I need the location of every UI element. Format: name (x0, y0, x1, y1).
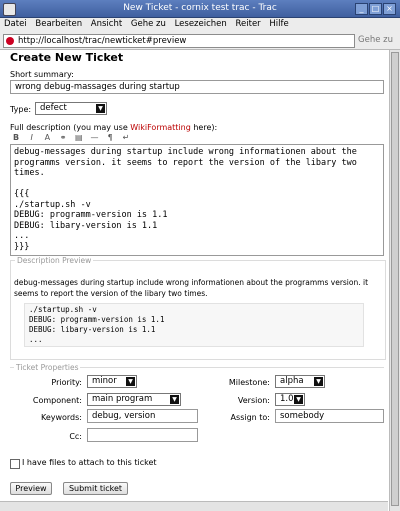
go-button[interactable]: Gehe zu (358, 35, 393, 45)
preview-code-block: ./startup.sh -v DEBUG: programm-version i… (24, 303, 364, 347)
attach-checkbox[interactable] (10, 459, 20, 469)
submit-ticket-button[interactable]: Submit ticket (63, 482, 128, 495)
url-field[interactable]: http://localhost/trac/newticket#preview (3, 34, 355, 48)
version-value: 1.0 (280, 394, 294, 404)
description-line: ... (14, 231, 30, 241)
priority-label: Priority: (51, 378, 82, 387)
assign-to-label: Assign to: (230, 413, 270, 422)
type-value: defect (40, 103, 67, 113)
preview-text: debug-messages during startup include wr… (14, 278, 369, 298)
description-line: programms version. it seems to report th… (14, 157, 357, 168)
attach-label: I have files to attach to this ticket (22, 458, 157, 467)
assign-to-input[interactable]: somebody (275, 409, 384, 423)
window-title: New Ticket - cornix test trac - Trac (123, 3, 277, 13)
chevron-down-icon: ▼ (314, 377, 323, 386)
summary-label: Short summary: (10, 70, 74, 79)
menu-bookmarks[interactable]: Lesezeichen (171, 18, 229, 29)
type-select[interactable]: defect ▼ (35, 102, 107, 115)
description-line: {{{ (14, 189, 30, 199)
menu-bar: Datei Bearbeiten Ansicht Gehe zu Lesezei… (0, 18, 400, 33)
menu-view[interactable]: Ansicht (87, 18, 124, 29)
description-textarea[interactable]: debug-messages during startup include wr… (10, 144, 384, 256)
description-line: DEBUG: programm-version is 1.1 (14, 210, 168, 220)
menu-file[interactable]: Datei (0, 18, 29, 29)
menu-edit[interactable]: Bearbeiten (31, 18, 84, 29)
properties-legend: Ticket Properties (16, 363, 79, 372)
chevron-down-icon: ▼ (170, 395, 179, 404)
priority-value: minor (92, 376, 117, 386)
url-text: http://localhost/trac/newticket#preview (18, 36, 187, 46)
scrollbar-thumb[interactable] (391, 52, 399, 506)
menu-help[interactable]: Hilfe (265, 18, 290, 29)
wiki-toolbar: B I A ⚭ ▤ — ¶ ↵ (10, 133, 133, 143)
cc-label: Cc: (69, 432, 82, 441)
version-select[interactable]: 1.0 ▼ (275, 393, 305, 406)
window-titlebar: New Ticket - cornix test trac - Trac _ □… (0, 0, 400, 18)
description-label: Full description (you may use WikiFormat… (10, 123, 217, 132)
heading-icon[interactable]: A (41, 133, 53, 143)
description-label-prefix: Full description (you may use (10, 123, 131, 132)
code-line: ./startup.sh -v (29, 305, 97, 314)
paragraph-icon[interactable]: ¶ (104, 133, 116, 143)
code-line: DEBUG: libary-version is 1.1 (29, 325, 156, 334)
chevron-down-icon: ▼ (126, 377, 135, 386)
preview-legend: Description Preview (17, 256, 92, 265)
page-content: Create New Ticket Short summary: wrong d… (0, 50, 388, 511)
cc-input[interactable] (87, 428, 198, 442)
keywords-input[interactable]: debug, version (87, 409, 198, 423)
milestone-value: alpha (280, 376, 304, 386)
italic-icon[interactable]: I (26, 133, 38, 143)
menu-go[interactable]: Gehe zu (127, 18, 168, 29)
address-bar: http://localhost/trac/newticket#preview … (0, 32, 400, 50)
page-title: Create New Ticket (10, 51, 124, 64)
close-icon[interactable]: × (383, 3, 396, 15)
minimize-icon[interactable]: _ (355, 3, 368, 15)
linebreak-icon[interactable]: ↵ (120, 133, 132, 143)
chevron-down-icon: ▼ (294, 395, 303, 404)
description-line: times. (14, 168, 45, 178)
summary-input[interactable]: wrong debug-massages during startup (10, 80, 384, 94)
description-line: debug-messages during startup include wr… (14, 147, 357, 157)
maximize-icon[interactable]: □ (369, 3, 382, 15)
code-line: ... (29, 335, 43, 344)
bold-icon[interactable]: B (10, 133, 22, 143)
component-select[interactable]: main program ▼ (87, 393, 181, 406)
type-label: Type: (10, 105, 32, 114)
vertical-scrollbar[interactable] (389, 50, 400, 511)
description-line: ./startup.sh -v (14, 199, 91, 210)
wikiformatting-link[interactable]: WikiFormatting (130, 123, 191, 132)
description-line (14, 179, 380, 190)
site-favicon-icon (6, 37, 14, 45)
milestone-select[interactable]: alpha ▼ (275, 375, 325, 388)
code-line: DEBUG: programm-version is 1.1 (29, 315, 165, 324)
description-label-suffix: here): (190, 123, 218, 132)
menu-tabs[interactable]: Reiter (232, 18, 263, 29)
link-icon[interactable]: ⚭ (57, 133, 69, 143)
preview-button[interactable]: Preview (10, 482, 52, 495)
horizontal-scrollbar[interactable] (0, 501, 388, 511)
code-icon[interactable]: ▤ (73, 133, 85, 143)
hr-icon[interactable]: — (89, 133, 101, 143)
priority-select[interactable]: minor ▼ (87, 375, 137, 388)
milestone-label: Milestone: (228, 378, 270, 387)
keywords-label: Keywords: (40, 413, 82, 422)
chevron-down-icon: ▼ (96, 104, 105, 113)
component-value: main program (92, 394, 153, 404)
description-line: }}} (14, 241, 30, 252)
description-line: DEBUG: libary-version is 1.1 (14, 220, 158, 231)
component-label: Component: (32, 396, 82, 405)
version-label: Version: (237, 396, 270, 405)
